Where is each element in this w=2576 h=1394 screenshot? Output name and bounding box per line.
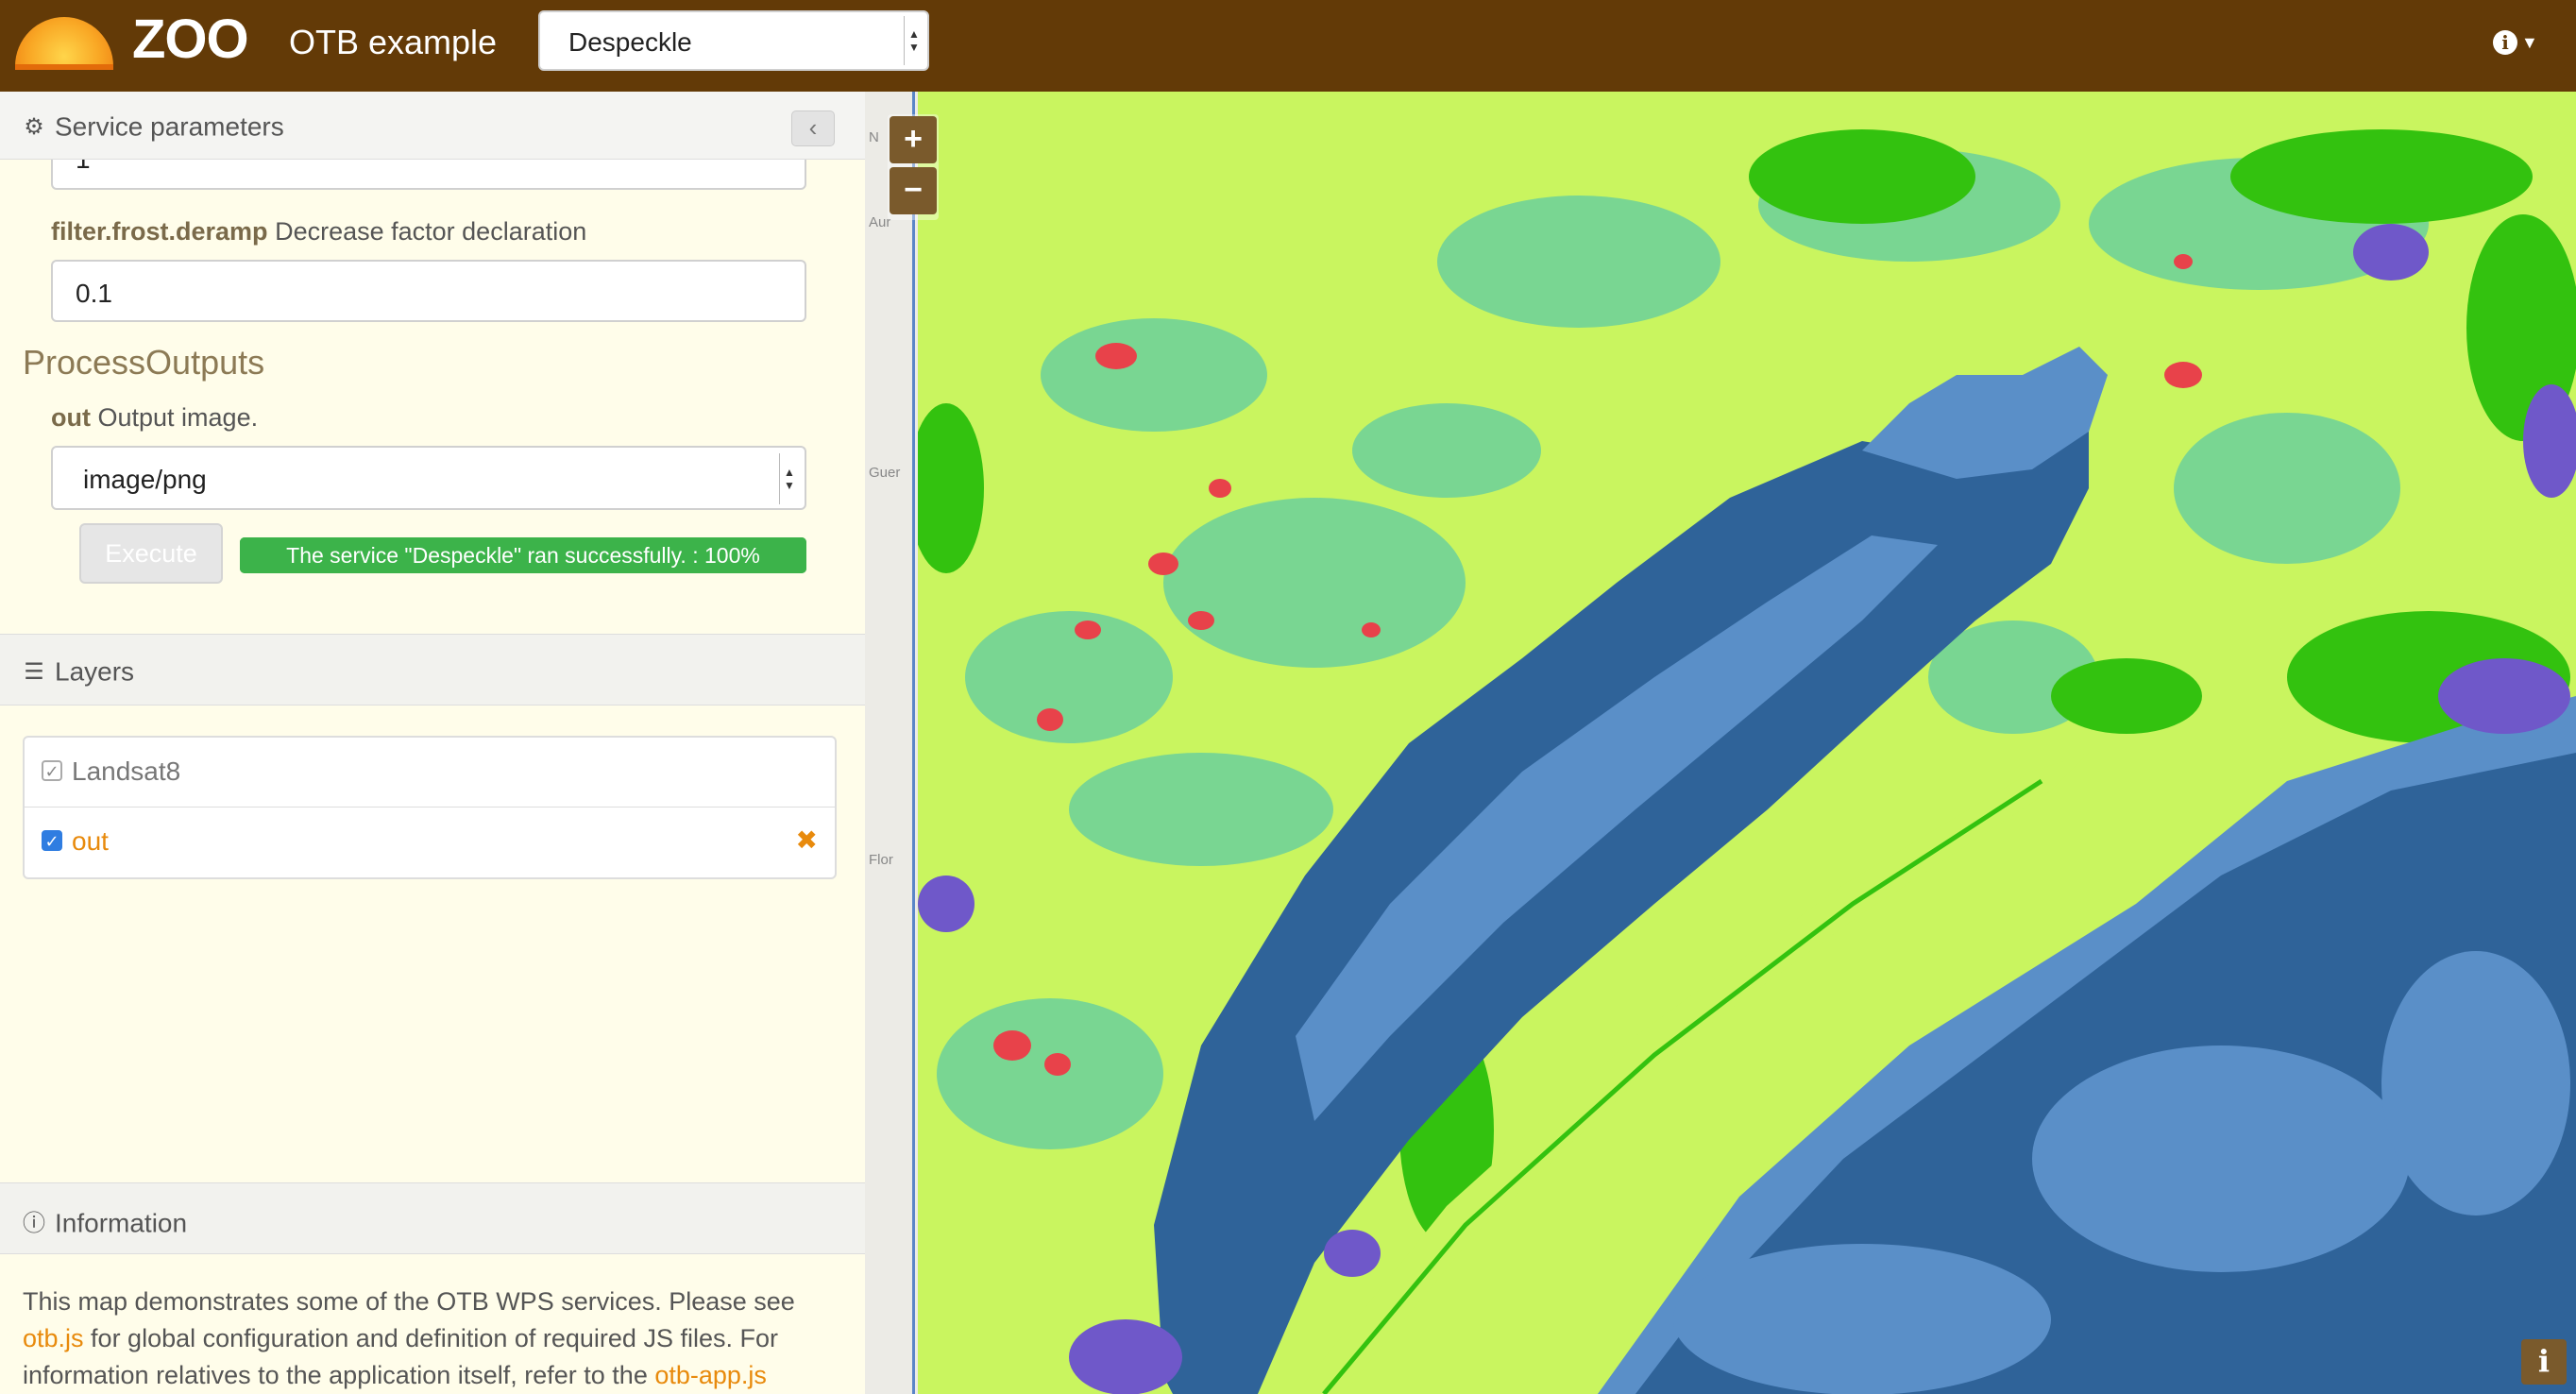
basemap-label: Flor xyxy=(869,852,893,868)
info-text-part1: This map demonstrates some of the OTB WP… xyxy=(23,1287,795,1316)
zoom-control: + − xyxy=(888,114,939,220)
info-circle-icon: ⓘ xyxy=(23,1211,45,1236)
layer-checkbox-out[interactable]: ✓ xyxy=(42,830,62,851)
deramp-label: filter.frost.deramp Decrease factor decl… xyxy=(51,217,586,246)
remove-layer-icon[interactable]: ✖ xyxy=(796,824,818,856)
basemap-road xyxy=(912,92,915,1394)
layers-list: ✓ Landsat8 ✓ out ✖ xyxy=(23,736,837,879)
deramp-input[interactable]: 0.1 xyxy=(51,260,806,322)
deramp-param-name: filter.frost.deramp xyxy=(51,217,268,246)
service-parameters-heading-overlay: ⚙ Service parameters ‹ xyxy=(0,92,865,160)
select-arrows-icon: ▲ ▼ xyxy=(779,453,799,504)
top-navbar: ZOO OTB example Despeckle ▲ ▼ i ▼ xyxy=(0,0,2576,92)
deramp-param-desc: Decrease factor declaration xyxy=(275,217,587,246)
information-heading[interactable]: ⓘ Information xyxy=(0,1182,865,1254)
status-progress-bar: The service "Despeckle" ran successfully… xyxy=(240,537,806,573)
execute-button[interactable]: Execute xyxy=(79,523,223,584)
status-text: The service "Despeckle" ran successfully… xyxy=(286,543,760,568)
otb-js-link[interactable]: otb.js xyxy=(23,1324,84,1352)
layer-checkbox-landsat8[interactable]: ✓ xyxy=(42,760,62,781)
layer-item-out[interactable]: ✓ out ✖ xyxy=(25,808,835,877)
service-select-value: Despeckle xyxy=(568,27,692,57)
out-label: out Output image. xyxy=(51,403,258,433)
out-param-desc: Output image. xyxy=(97,403,259,432)
info-circle-icon: i xyxy=(2493,30,2517,55)
classification-raster xyxy=(918,92,2576,1394)
information-text: This map demonstrates some of the OTB WP… xyxy=(23,1284,854,1394)
layer-item-landsat8[interactable]: ✓ Landsat8 xyxy=(25,738,835,808)
layer-name-landsat8: Landsat8 xyxy=(72,756,181,786)
info-dropdown[interactable]: i ▼ xyxy=(2493,26,2538,56)
caret-down-icon: ▼ xyxy=(2521,32,2538,52)
basemap-label: N xyxy=(869,129,879,145)
information-title: Information xyxy=(55,1208,188,1238)
service-select[interactable]: Despeckle ▲ ▼ xyxy=(538,10,929,71)
process-outputs-title: ProcessOutputs xyxy=(23,343,265,382)
map-view[interactable]: N Aur Guer Flor + − i xyxy=(865,92,2576,1394)
collapse-sidebar-button-overlay[interactable]: ‹ xyxy=(791,110,835,146)
list-icon: ☰ xyxy=(24,659,44,685)
gears-icon: ⚙ xyxy=(24,114,44,140)
out-param-name: out xyxy=(51,403,91,432)
zoo-logo-icon xyxy=(15,17,113,70)
service-parameters-title-overlay: Service parameters xyxy=(55,111,284,142)
layer-name-out: out xyxy=(72,826,109,856)
app-title: OTB example xyxy=(289,23,498,61)
layers-title: Layers xyxy=(55,656,135,687)
basemap-strip: N Aur Guer Flor xyxy=(865,92,918,1394)
zoom-out-button[interactable]: − xyxy=(890,167,937,214)
layers-heading[interactable]: ☰ Layers xyxy=(0,634,865,706)
otb-app-js-link[interactable]: otb-app.js xyxy=(654,1361,767,1389)
output-format-select[interactable]: image/png ▲ ▼ xyxy=(51,446,806,510)
chevron-left-icon: ‹ xyxy=(808,113,818,142)
brand-name: ZOO xyxy=(132,8,249,70)
zoom-in-button[interactable]: + xyxy=(890,116,937,163)
output-format-value: image/png xyxy=(83,465,207,494)
deramp-value: 0.1 xyxy=(76,279,112,308)
sidebar: ⚙Service parameters ‹ 1 ⚙Service paramet… xyxy=(0,92,865,1394)
attribution-button[interactable]: i xyxy=(2521,1339,2567,1385)
select-arrows-icon: ▲ ▼ xyxy=(904,16,924,65)
basemap-label: Guer xyxy=(869,465,901,481)
